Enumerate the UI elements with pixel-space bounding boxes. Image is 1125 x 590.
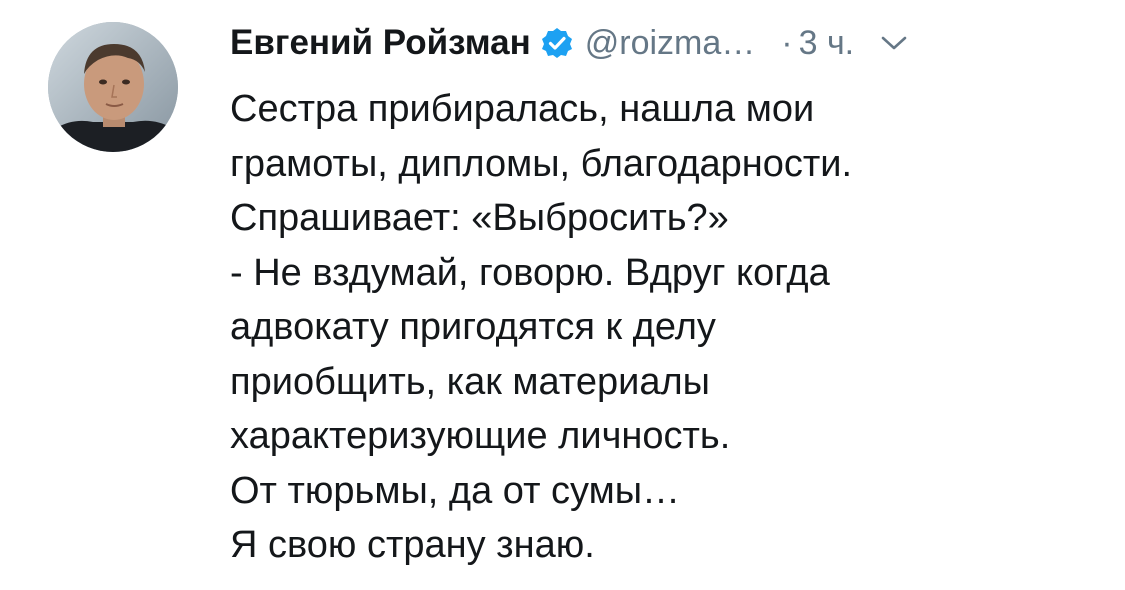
- avatar[interactable]: [48, 22, 178, 152]
- tweet-text-line: приобщить, как материалы: [230, 360, 710, 403]
- tweet-text: Сестра прибиралась, нашла мои грамоты, д…: [230, 82, 1090, 573]
- tweet-timestamp[interactable]: 3 ч.: [799, 24, 855, 63]
- verified-badge-icon: [541, 27, 573, 59]
- tweet-text-line: Сестра прибиралась, нашла мои: [230, 88, 815, 130]
- tweet-text-line: грамоты, дипломы, благодарности.: [230, 142, 853, 185]
- time-separator: ·: [781, 23, 793, 62]
- tweet-text-line: От тюрьмы, да от сумы…: [230, 469, 681, 512]
- tweet-text-line: характеризующие личность.: [230, 415, 731, 457]
- tweet-text-line: Спрашивает: «Выбросить?»: [230, 197, 729, 239]
- chevron-down-icon[interactable]: [880, 33, 908, 53]
- tweet-header: Евгений Ройзман @roizma… · 3 ч.: [230, 18, 1090, 68]
- tweet[interactable]: ⌒ ⌒ ⌒ ⌒ ⌒ ⌒ ⌒ ⌒ ⌒ ⌒ ⌒ ⌒ ⌒ ⌒ ⌒ ⌒ ⌒ ⌒ Евге…: [0, 0, 1125, 590]
- author-handle[interactable]: @roizma…: [585, 24, 756, 63]
- tweet-text-line: Я свою страну знаю.: [230, 524, 595, 566]
- tweet-text-line: адвокату пригодятся к делу: [230, 306, 716, 348]
- previous-tweet-cropped-text: ⌒ ⌒ ⌒ ⌒ ⌒ ⌒ ⌒ ⌒ ⌒ ⌒ ⌒ ⌒ ⌒ ⌒ ⌒ ⌒ ⌒ ⌒: [210, 0, 970, 8]
- tweet-text-line: - Не вздумай, говорю. Вдруг когда: [230, 251, 830, 294]
- avatar-photo: [48, 22, 178, 152]
- author-name[interactable]: Евгений Ройзман: [230, 23, 531, 63]
